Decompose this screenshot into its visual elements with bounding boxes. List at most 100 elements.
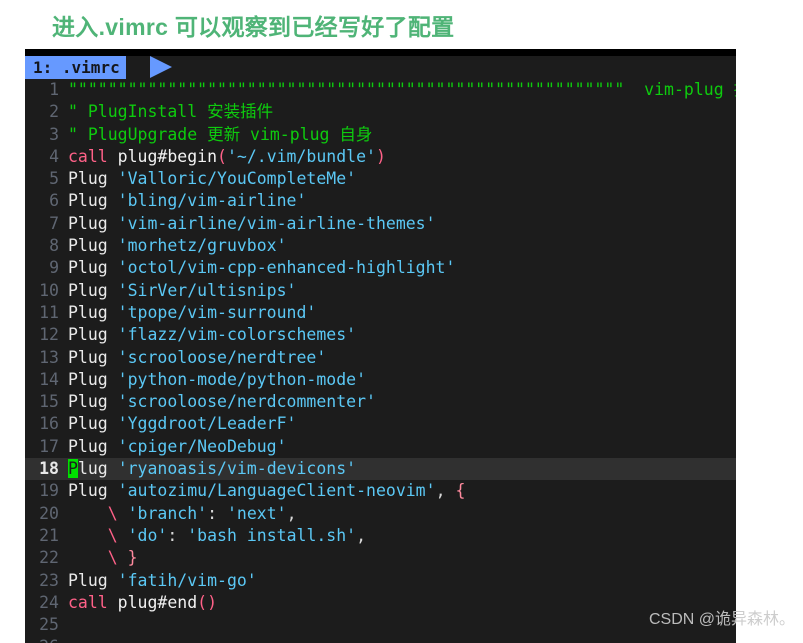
tab-vimrc[interactable]: 1: .vimrc (25, 56, 126, 79)
code-text: Plug 'flazz/vim-colorschemes' (68, 324, 356, 346)
code-token: " PlugInstall 安装插件 (68, 102, 274, 122)
code-token: ) (375, 146, 386, 166)
code-text: Plug 'morhetz/gruvbox' (68, 235, 287, 257)
code-token: , (286, 503, 297, 523)
code-line[interactable]: 8 Plug 'morhetz/gruvbox' (25, 235, 736, 257)
code-token: call (68, 146, 118, 166)
tab-arrow-separator (150, 56, 172, 78)
code-token: { (455, 481, 466, 501)
code-text: \ 'do': 'bash install.sh', (68, 525, 366, 547)
line-number: 2 (49, 102, 59, 122)
line-number: 13 (39, 347, 59, 367)
text-cursor: P (68, 459, 78, 479)
code-token: 'ryanoasis/vim-devicons' (117, 459, 357, 479)
code-token: 'bash install.sh' (187, 525, 357, 545)
code-line[interactable]: 25 (25, 614, 736, 636)
code-line[interactable]: 12 Plug 'flazz/vim-colorschemes' (25, 324, 736, 346)
code-line[interactable]: 9 Plug 'octol/vim-cpp-enhanced-highlight' (25, 257, 736, 279)
code-token: \ (68, 525, 128, 545)
code-line[interactable]: 3 " PlugUpgrade 更新 vim-plug 自身 (25, 124, 736, 146)
code-text: " PlugInstall 安装插件 (68, 101, 273, 123)
code-line[interactable]: 4 call plug#begin('~/.vim/bundle') (25, 146, 736, 168)
code-token: } (127, 548, 138, 568)
line-number: 16 (39, 414, 59, 434)
line-number: 3 (49, 124, 59, 144)
code-text: Plug 'Valloric/YouCompleteMe' (68, 168, 356, 190)
line-number: 12 (39, 325, 59, 345)
line-number: 17 (39, 436, 59, 456)
code-line[interactable]: 13 Plug 'scrooloose/nerdtree' (25, 347, 736, 369)
code-token: Plug (68, 325, 118, 345)
code-line[interactable]: 20 \ 'branch': 'next', (25, 503, 736, 525)
code-text: \ } (68, 547, 138, 569)
code-token: Plug (68, 436, 118, 456)
code-buffer[interactable]: 1 """""""""""""""""""""""""""""""""""""""… (25, 79, 736, 643)
code-line[interactable]: 6 Plug 'bling/vim-airline' (25, 190, 736, 212)
page-title: 进入.vimrc 可以观察到已经写好了配置 (52, 14, 455, 40)
code-token: () (197, 592, 218, 612)
code-token: , (356, 525, 367, 545)
code-line[interactable]: 7 Plug 'vim-airline/vim-airline-themes' (25, 213, 736, 235)
line-number: 14 (39, 369, 59, 389)
code-token: 'octol/vim-cpp-enhanced-highlight' (117, 258, 456, 278)
code-token: call (68, 592, 118, 612)
watermark: CSDN @诡异森林。 (648, 611, 795, 628)
code-token: 'branch' (127, 503, 208, 523)
code-line[interactable]: 21 \ 'do': 'bash install.sh', (25, 525, 736, 547)
code-token: 'next' (226, 503, 287, 523)
code-token: 'python-mode/python-mode' (117, 369, 367, 389)
code-token: Plug (68, 481, 118, 501)
tabline[interactable]: 1: .vimrc (25, 56, 736, 79)
code-line[interactable]: 17 Plug 'cpiger/NeoDebug' (25, 436, 736, 458)
code-token: Plug (68, 258, 118, 278)
code-line[interactable]: 23 Plug 'fatih/vim-go' (25, 570, 736, 592)
code-line[interactable]: 18 Plug 'ryanoasis/vim-devicons' (25, 458, 736, 481)
line-number: 11 (39, 302, 59, 322)
line-number: 22 (39, 548, 59, 568)
code-line[interactable]: 14 Plug 'python-mode/python-mode' (25, 369, 736, 391)
code-token: Plug (68, 280, 118, 300)
code-token: 'fatih/vim-go' (117, 570, 257, 590)
code-line[interactable]: 5 Plug 'Valloric/YouCompleteMe' (25, 168, 736, 190)
code-token: 'vim-airline/vim-airline-themes' (117, 213, 436, 233)
code-token: 'bling/vim-airline' (117, 191, 307, 211)
line-number: 5 (49, 169, 59, 189)
vim-terminal-window[interactable]: 1: .vimrc 1 """""""""""""""""""""""""""""… (25, 49, 736, 643)
code-token: \ (68, 548, 128, 568)
code-line[interactable]: 1 """""""""""""""""""""""""""""""""""""""… (25, 79, 736, 101)
line-number: 10 (39, 280, 59, 300)
code-token: 'tpope/vim-surround' (117, 302, 317, 322)
code-text: " PlugUpgrade 更新 vim-plug 自身 (68, 124, 372, 146)
code-line[interactable]: 24 call plug#end() (25, 592, 736, 614)
code-line[interactable]: 2 " PlugInstall 安装插件 (25, 101, 736, 123)
code-line[interactable]: 26 (25, 636, 736, 643)
line-number: 7 (49, 213, 59, 233)
code-text: """"""""""""""""""""""""""""""""""""""""… (68, 79, 736, 101)
code-line[interactable]: 16 Plug 'Yggdroot/LeaderF' (25, 413, 736, 435)
code-token: Plug (68, 347, 118, 367)
code-text: Plug 'autozimu/LanguageClient-neovim', { (68, 480, 465, 502)
window-top-edge (25, 49, 736, 56)
code-line[interactable]: 10 Plug 'SirVer/ultisnips' (25, 280, 736, 302)
line-number: 20 (39, 503, 59, 523)
code-token: Plug (68, 570, 118, 590)
line-number: 24 (39, 592, 59, 612)
code-line[interactable]: 19 Plug 'autozimu/LanguageClient-neovim',… (25, 480, 736, 502)
code-token: """"""""""""""""""""""""""""""""""""""""… (68, 80, 736, 99)
line-number: 26 (25, 636, 68, 643)
code-token: Plug (68, 369, 118, 389)
code-token: ( (217, 146, 227, 166)
code-token: 'scrooloose/nerdtree' (117, 347, 327, 367)
line-number: 8 (49, 236, 59, 256)
code-token: 'scrooloose/nerdcommenter' (117, 392, 376, 412)
code-line[interactable]: 15 Plug 'scrooloose/nerdcommenter' (25, 391, 736, 413)
code-text: Plug 'octol/vim-cpp-enhanced-highlight' (68, 257, 455, 279)
code-text: Plug 'ryanoasis/vim-devicons' (68, 458, 356, 480)
code-token: : (207, 503, 227, 523)
code-token: Plug (68, 392, 118, 412)
code-token: 'Yggdroot/LeaderF' (117, 414, 297, 434)
code-line[interactable]: 22 \ } (25, 547, 736, 569)
code-line[interactable]: 11 Plug 'tpope/vim-surround' (25, 302, 736, 324)
code-token: : (167, 525, 188, 545)
code-text: Plug 'scrooloose/nerdtree' (68, 347, 326, 369)
